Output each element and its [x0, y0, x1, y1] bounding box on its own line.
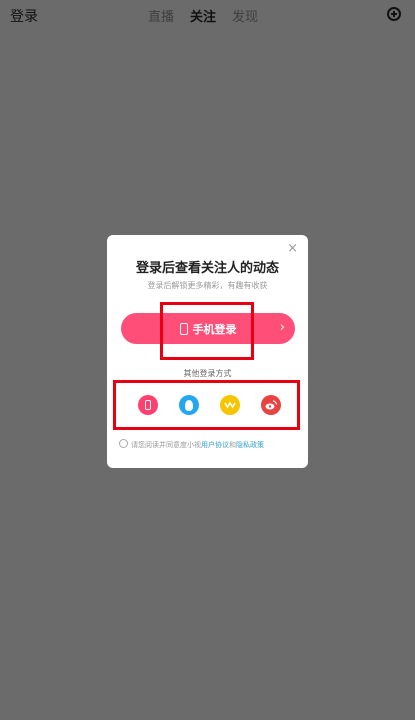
add-icon[interactable] — [387, 7, 401, 21]
privacy-policy-link[interactable]: 隐私政策 — [236, 441, 264, 449]
top-bar: 登录 直播 关注 发现 — [0, 0, 415, 32]
dialog-subtitle: 登录后解锁更多精彩，有趣有收获 — [147, 281, 268, 290]
agreement-checkbox[interactable] — [119, 439, 128, 448]
top-login-link[interactable]: 登录 — [10, 6, 38, 26]
tab-discover[interactable]: 发现 — [232, 6, 258, 25]
agreement-row: 请您阅读并同意度小视用户协议和隐私政策 — [119, 439, 264, 450]
highlight-box-other-logins — [113, 380, 300, 430]
tab-follow[interactable]: 关注 — [190, 6, 216, 25]
close-icon[interactable]: × — [287, 241, 298, 256]
highlight-box-phone-login — [160, 302, 254, 360]
user-agreement-link[interactable]: 用户协议 — [201, 441, 229, 449]
tab-bar: 直播 关注 发现 — [148, 6, 258, 25]
chevron-right-icon: › — [279, 320, 285, 335]
agreement-prefix: 请您阅读并同意度小视 — [131, 441, 201, 449]
agreement-and: 和 — [229, 441, 236, 449]
other-login-label: 其他登录方式 — [183, 369, 232, 378]
dialog-title: 登录后查看关注人的动态 — [135, 261, 279, 276]
tab-live[interactable]: 直播 — [148, 6, 174, 25]
